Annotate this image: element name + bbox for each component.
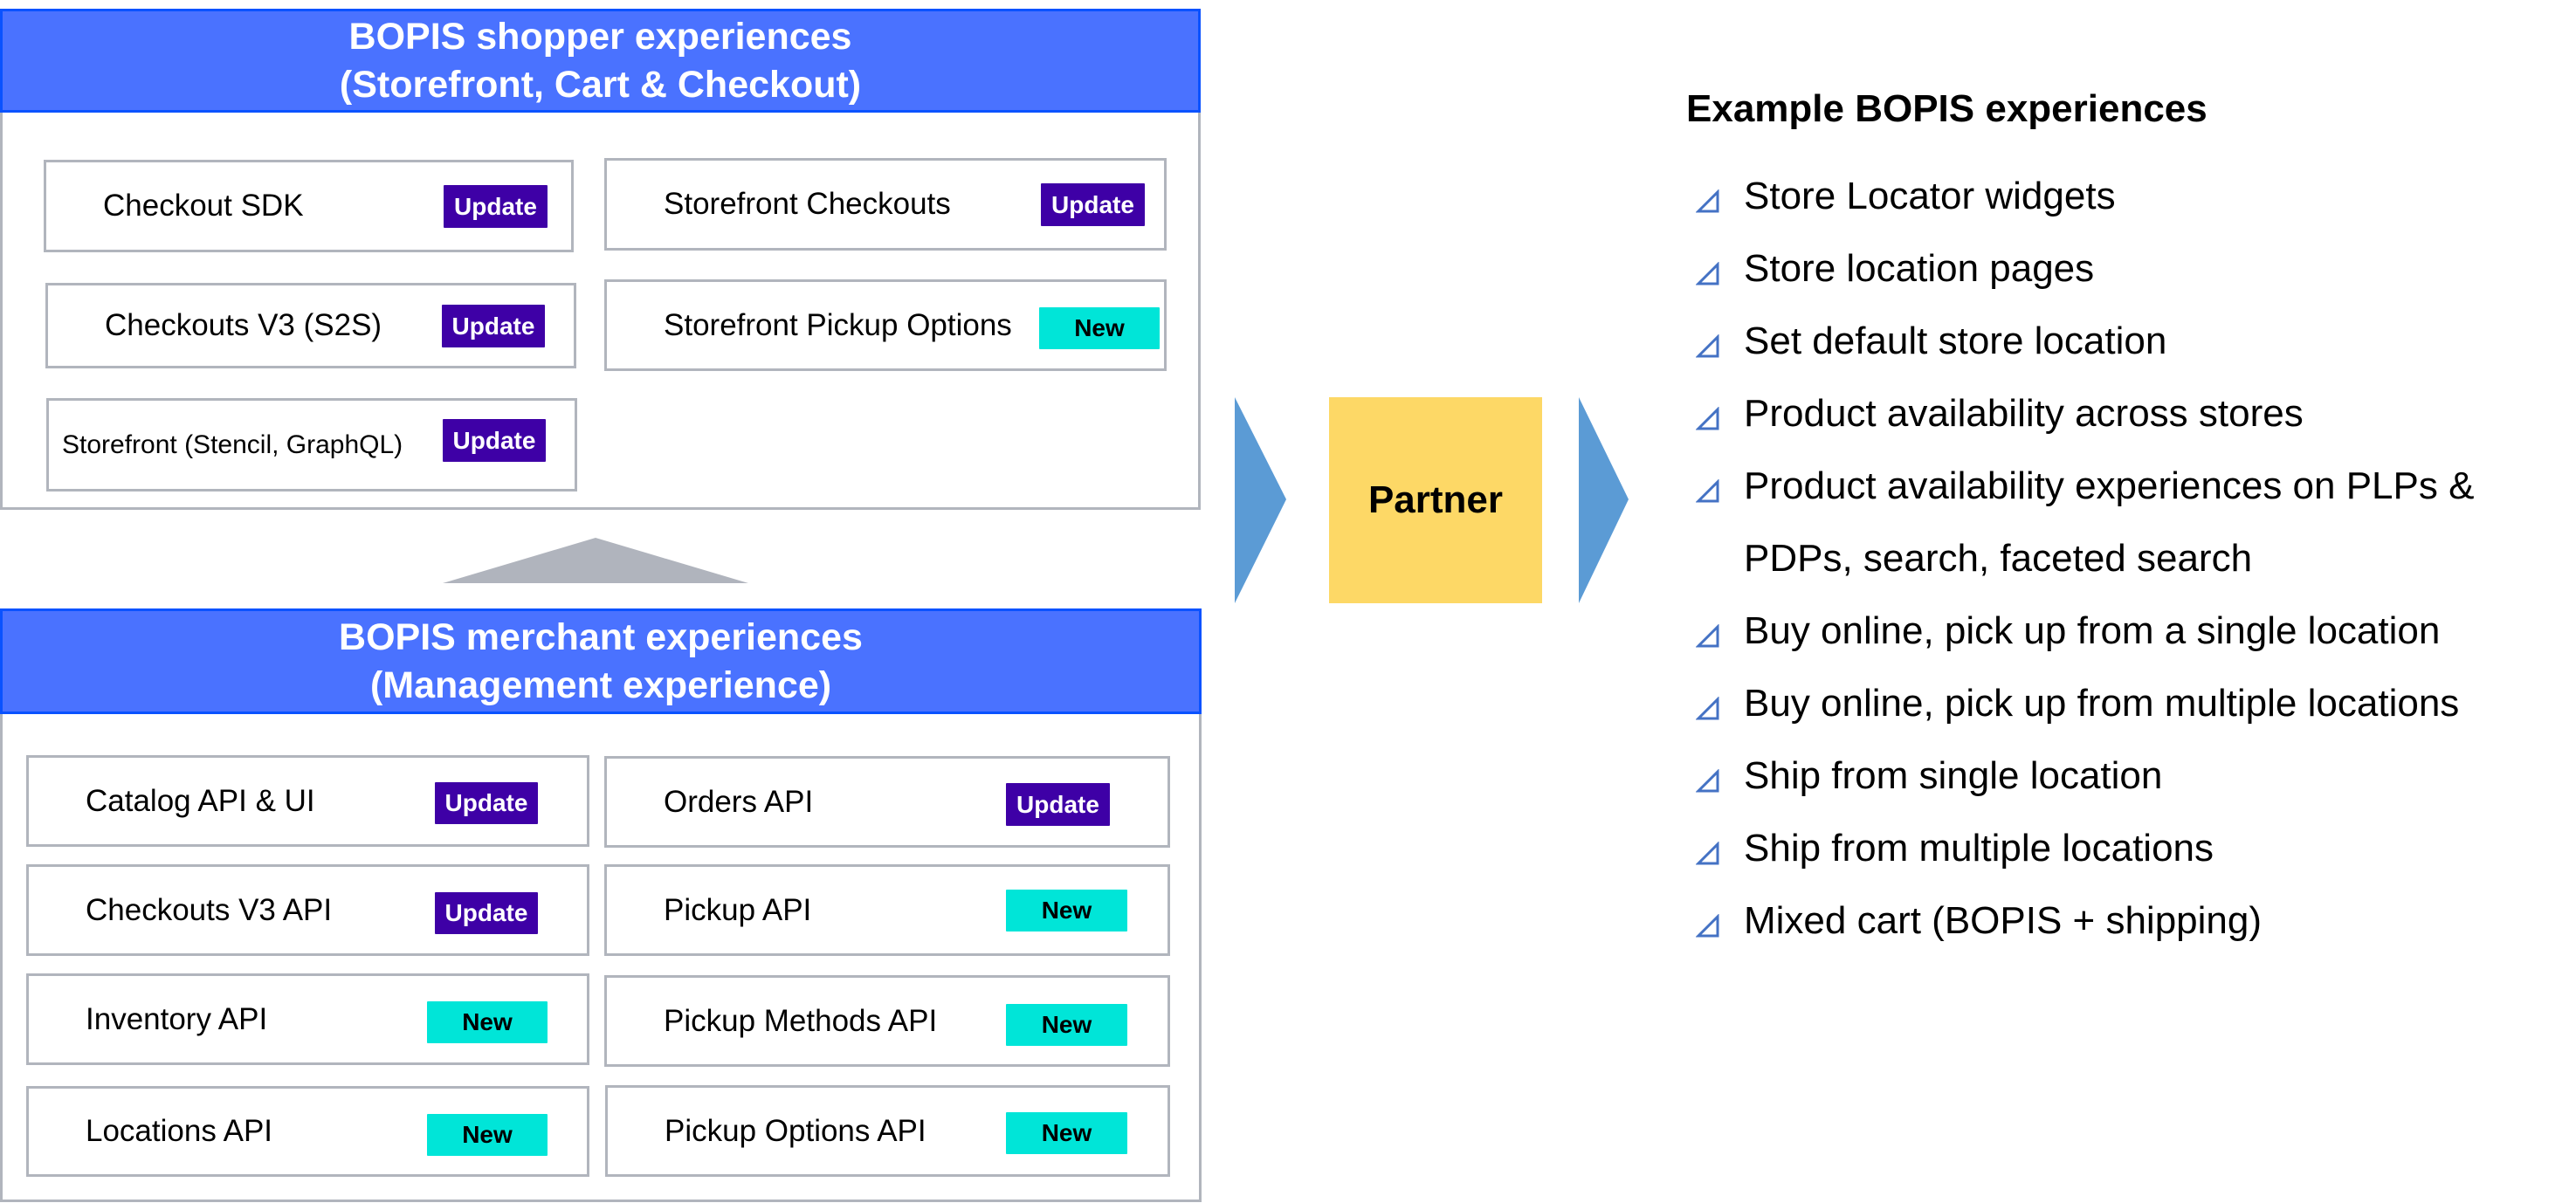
list-item: Buy online, pick up from multiple locati… [1694,667,2474,739]
right-triangle-bullet-icon [1696,842,1719,865]
card-checkout-sdk: Checkout SDK Update [44,160,574,252]
card-pickup-methods-api: Pickup Methods API New [604,975,1170,1067]
list-item-text-continued: PDPs, search, faceted search [1744,537,2253,580]
card-label: Checkouts V3 API [86,892,333,927]
card-label: Pickup Methods API [664,1003,938,1038]
right-triangle-bullet-icon [1696,407,1719,430]
card-label: Pickup Options API [665,1113,926,1148]
examples-title: Example BOPIS experiences [1686,87,2208,130]
update-badge: Update [1006,783,1110,826]
card-locations-api: Locations API New [26,1086,589,1177]
card-pickup-api: Pickup API New [604,864,1170,956]
merchant-panel-title-line2: (Management experience) [369,663,832,706]
list-item: Ship from multiple locations [1694,812,2474,884]
card-catalog-api-ui: Catalog API & UI Update [26,755,589,847]
update-badge: Update [444,185,548,228]
shopper-panel-title-line2: (Storefront, Cart & Checkout) [339,63,862,106]
card-pickup-options-api: Pickup Options API New [605,1085,1170,1177]
chevron-right-icon [1579,397,1629,603]
list-item: Set default store location [1694,305,2474,377]
list-item: Buy online, pick up from a single locati… [1694,595,2474,667]
card-storefront-pickup-options: Storefront Pickup Options New [604,279,1167,371]
card-storefront-stencil-graphql: Storefront (Stencil, GraphQL) Update [46,398,577,492]
list-item-text: Set default store location [1744,320,2167,362]
list-item-text: Buy online, pick up from a single locati… [1744,609,2441,652]
list-item-text: Ship from single location [1744,754,2163,797]
card-label: Locations API [86,1114,273,1148]
list-item: Store Locator widgets [1694,160,2474,232]
card-orders-api: Orders API Update [604,756,1170,848]
card-checkouts-v3-s2s: Checkouts V3 (S2S) Update [45,283,576,368]
right-triangle-bullet-icon [1696,769,1719,793]
right-triangle-bullet-icon [1696,262,1719,285]
right-triangle-bullet-icon [1696,697,1719,720]
card-label: Storefront (Stencil, GraphQL) [62,430,403,459]
card-storefront-checkouts: Storefront Checkouts Update [604,158,1167,251]
card-label: Orders API [664,784,814,819]
merchant-panel-header: BOPIS merchant experiences (Management e… [0,608,1202,714]
examples-list: Store Locator widgets Store location pag… [1694,160,2474,957]
shopper-panel-header: BOPIS shopper experiences (Storefront, C… [0,9,1201,113]
update-badge: Update [435,782,538,824]
new-badge: New [427,1001,548,1043]
list-item-text: Ship from multiple locations [1744,827,2214,870]
card-label: Checkout SDK [103,189,304,223]
right-triangle-bullet-icon [1696,334,1719,358]
list-item: Product availability across stores [1694,377,2474,450]
partner-label: Partner [1367,478,1504,521]
new-badge: New [1006,890,1127,931]
card-label: Storefront Pickup Options [664,307,1012,342]
list-item-text: Buy online, pick up from multiple locati… [1744,682,2460,725]
card-label: Pickup API [664,892,812,927]
update-badge: Update [442,305,545,347]
right-triangle-bullet-icon [1696,189,1719,213]
new-badge: New [427,1114,548,1156]
list-item: Product availability experiences on PLPs… [1694,450,2474,595]
update-badge: Update [443,419,546,462]
right-triangle-bullet-icon [1696,914,1719,938]
card-label: Checkouts V3 (S2S) [105,308,382,342]
list-item: Ship from single location [1694,739,2474,812]
list-item-text: Product availability across stores [1744,392,2304,435]
update-badge: Update [435,892,538,934]
partner-box: Partner [1329,397,1542,603]
card-label: Storefront Checkouts [664,187,951,221]
list-item: Store location pages [1694,232,2474,305]
card-inventory-api: Inventory API New [26,973,589,1065]
new-badge: New [1006,1112,1127,1154]
list-item-text: Store Locator widgets [1744,175,2116,217]
shopper-panel-title-line1: BOPIS shopper experiences [348,15,852,58]
list-item-text: Store location pages [1744,247,2095,290]
list-item: Mixed cart (BOPIS + shipping) [1694,884,2474,957]
merchant-panel-title-line1: BOPIS merchant experiences [339,615,863,658]
right-triangle-bullet-icon [1696,624,1719,648]
list-item-text: Product availability experiences on PLPs… [1744,464,2475,507]
card-label: Inventory API [86,1001,268,1036]
right-triangle-bullet-icon [1696,479,1719,503]
list-item-text: Mixed cart (BOPIS + shipping) [1744,899,2263,942]
update-badge: Update [1041,183,1145,226]
new-badge: New [1006,1004,1127,1046]
card-label: Catalog API & UI [86,783,315,818]
chevron-right-icon [1235,397,1286,603]
new-badge: New [1039,307,1160,349]
triangle-up-icon [443,538,748,583]
card-checkouts-v3-api: Checkouts V3 API Update [26,864,589,956]
